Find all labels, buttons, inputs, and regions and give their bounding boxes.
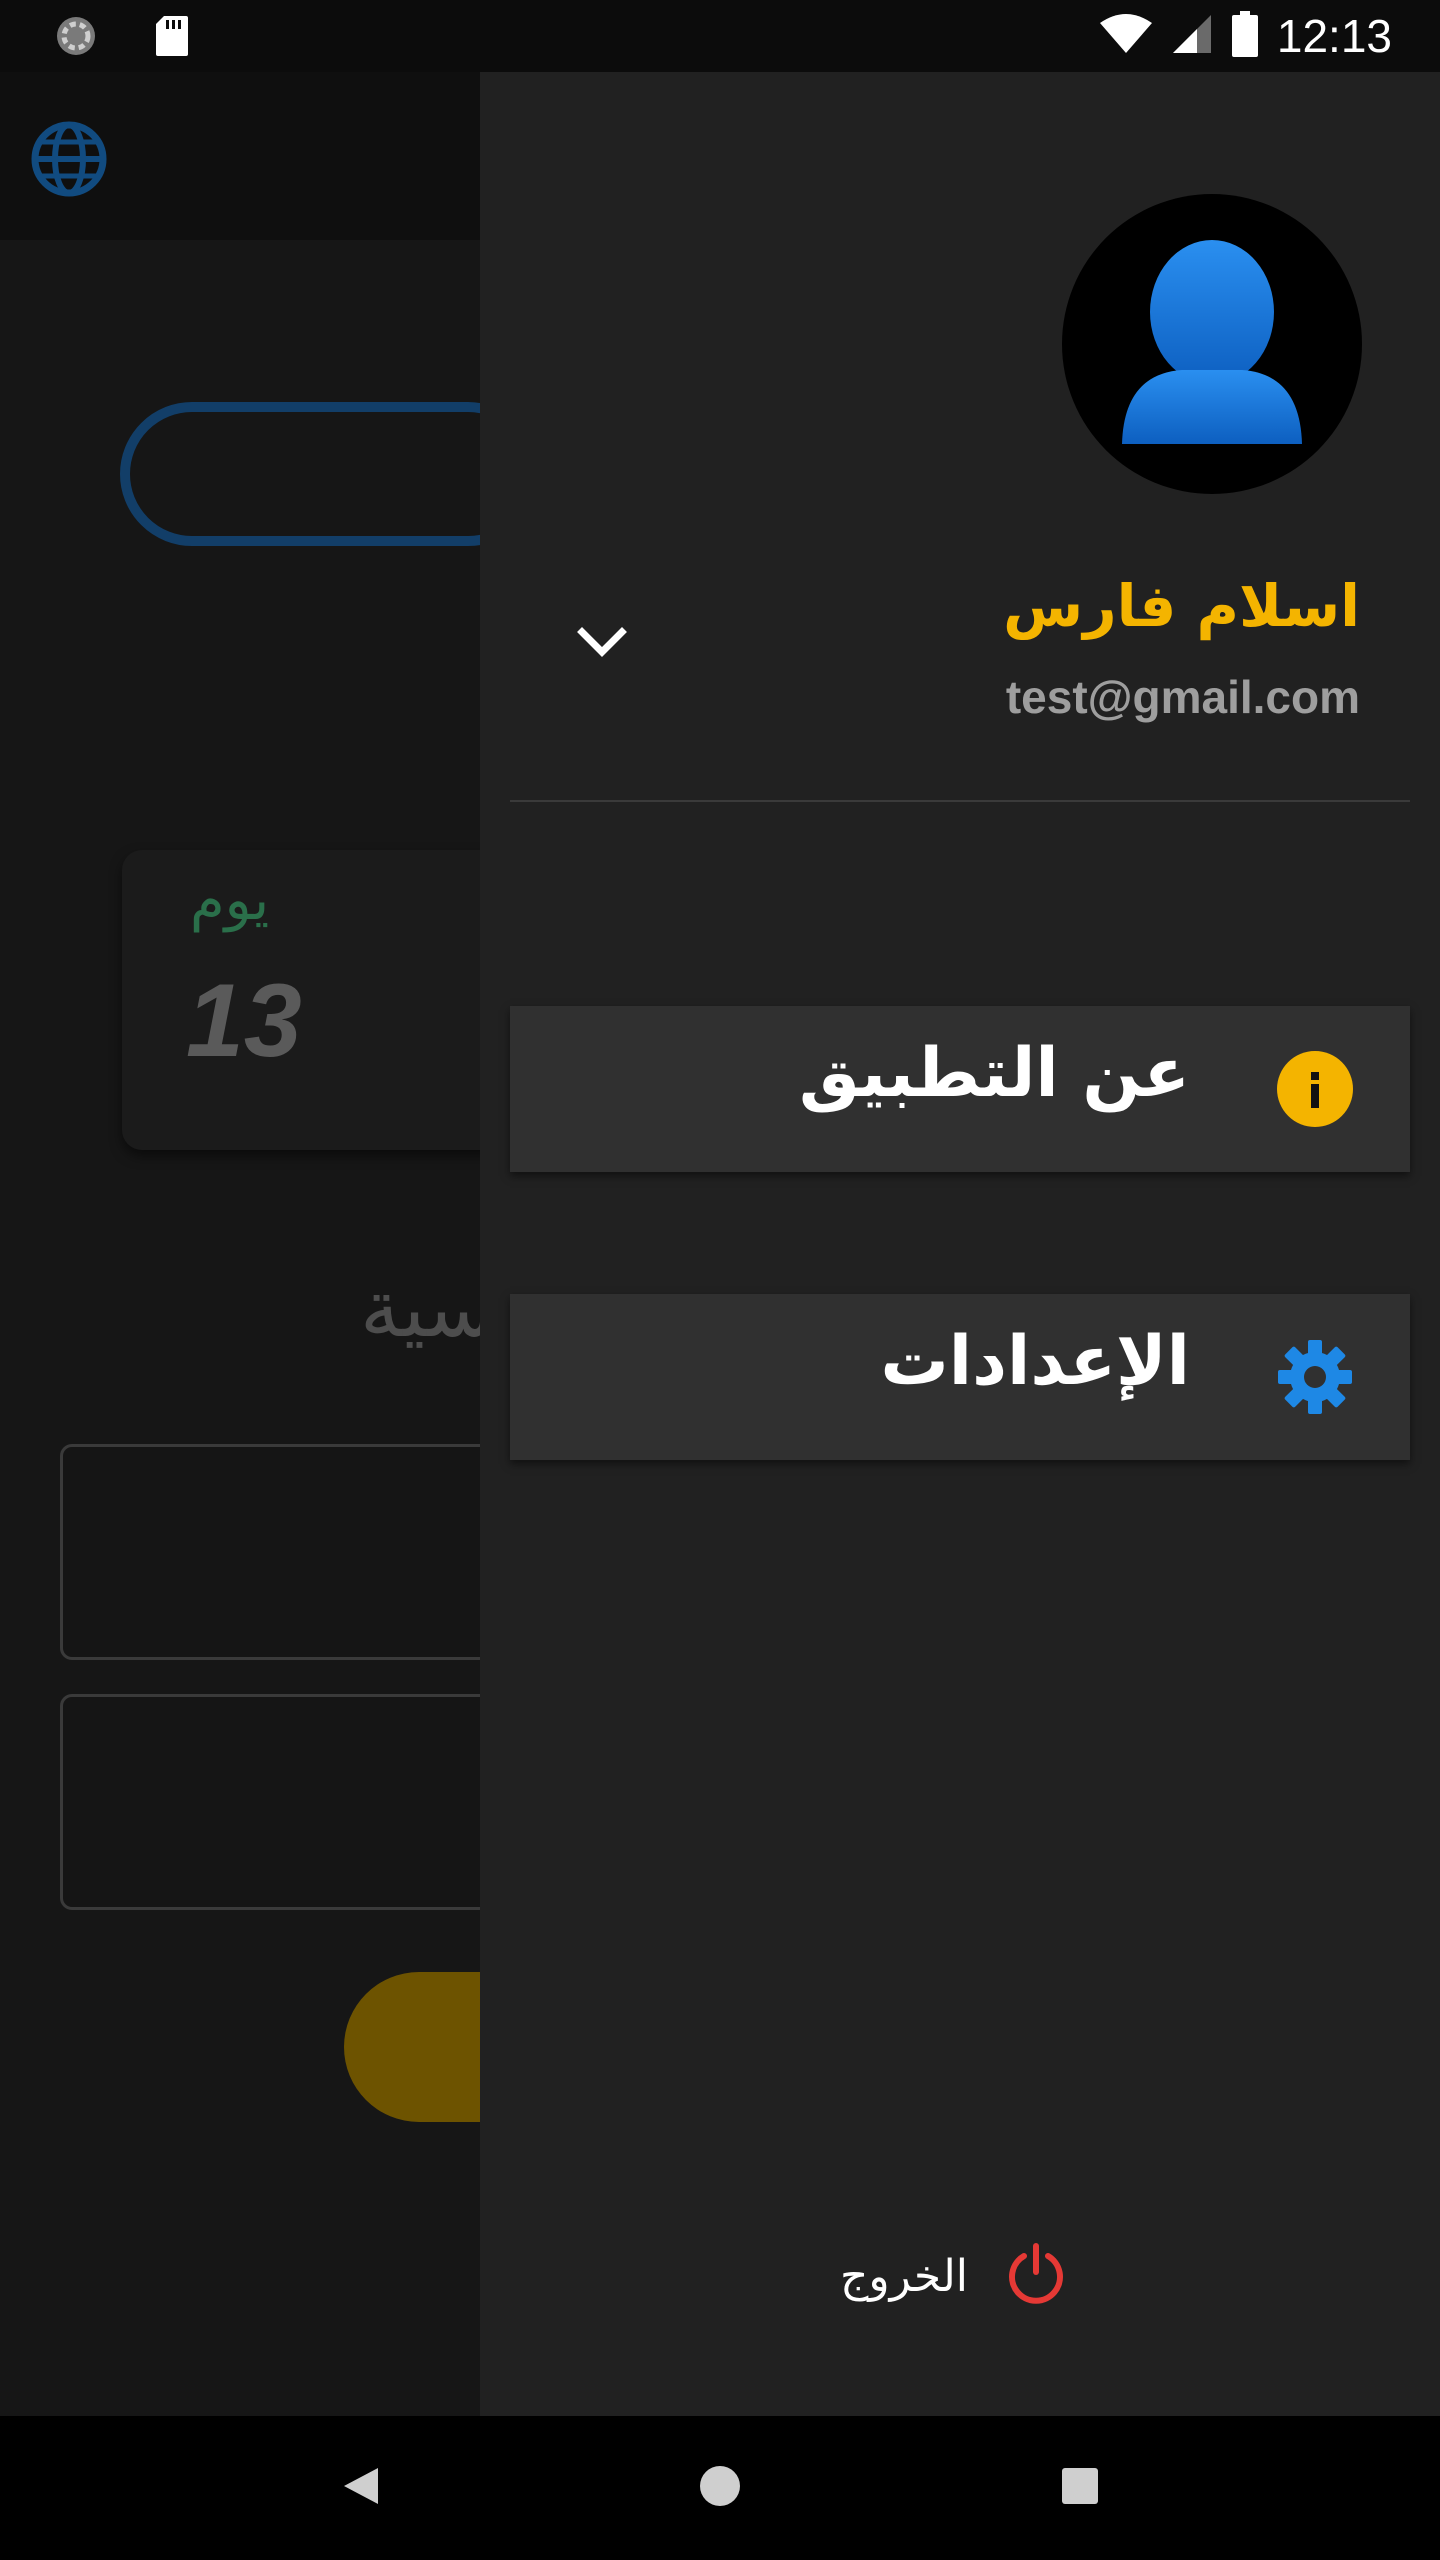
- sync-icon: [54, 14, 98, 62]
- system-navigation-bar: [0, 2416, 1440, 2560]
- menu-item-label: الإعدادات: [880, 1322, 1190, 1401]
- globe-icon[interactable]: [30, 120, 108, 202]
- recents-icon[interactable]: [1058, 2464, 1102, 2512]
- gear-icon: [1276, 1338, 1354, 1416]
- home-icon[interactable]: [698, 2464, 742, 2512]
- user-email: test@gmail.com: [1005, 671, 1360, 723]
- status-bar: 12:13: [0, 0, 1440, 72]
- info-icon: [1276, 1050, 1354, 1128]
- background-day-card: [122, 850, 542, 1150]
- wifi-icon: [1099, 13, 1153, 59]
- signal-icon: [1171, 13, 1213, 59]
- power-icon: [1004, 2242, 1068, 2310]
- background-day-label: يوم: [190, 868, 270, 933]
- background-pill: [120, 402, 540, 546]
- logout-button[interactable]: الخروج: [840, 2242, 1068, 2310]
- menu-item-about[interactable]: عن التطبيق: [510, 1006, 1410, 1172]
- avatar[interactable]: [1062, 194, 1362, 494]
- menu-item-label: عن التطبيق: [799, 1034, 1190, 1113]
- back-icon[interactable]: [338, 2464, 382, 2512]
- divider: [510, 800, 1410, 802]
- navigation-drawer: اسلام فارس test@gmail.com عن التطبيق الإ…: [480, 72, 1440, 2416]
- clock: 12:13: [1276, 10, 1392, 62]
- chevron-down-icon[interactable]: [572, 612, 632, 672]
- logout-label: الخروج: [840, 2250, 968, 2302]
- background-heading: سية: [360, 1262, 495, 1355]
- battery-icon: [1231, 11, 1259, 61]
- user-silhouette-icon: [1122, 240, 1302, 444]
- menu-item-settings[interactable]: الإعدادات: [510, 1294, 1410, 1460]
- background-day-value: 13: [186, 963, 302, 1079]
- user-name: اسلام فارس: [1003, 572, 1360, 640]
- sd-card-icon: [154, 14, 190, 62]
